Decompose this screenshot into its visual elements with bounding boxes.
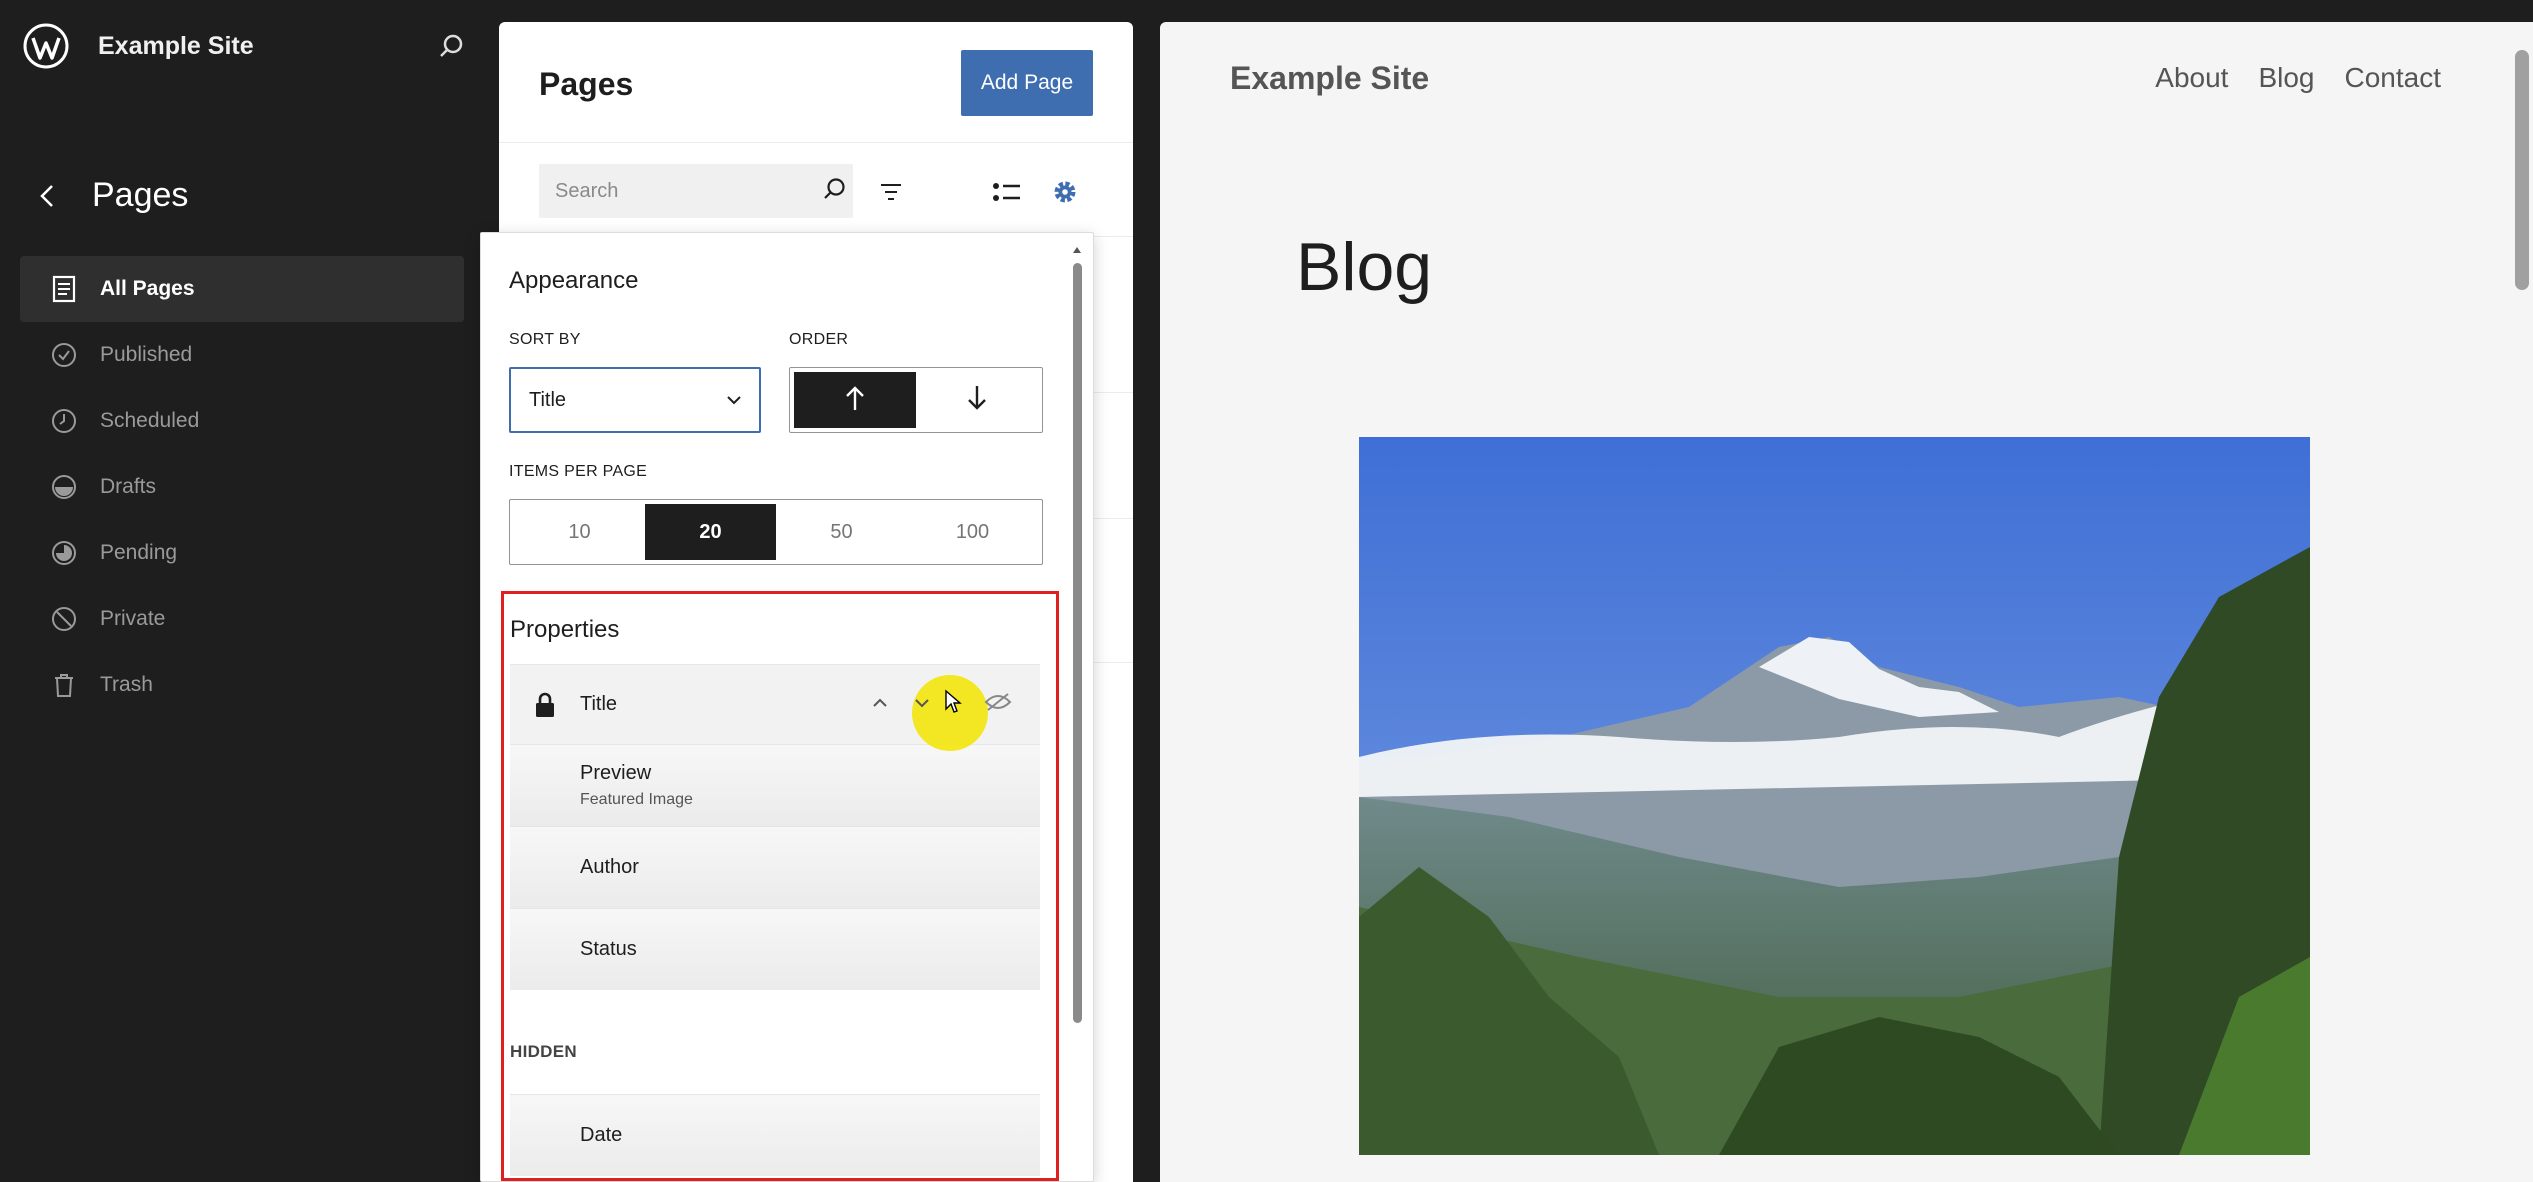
sort-by-select[interactable]: Title: [509, 367, 761, 433]
popover-scroll-thumb[interactable]: [1073, 263, 1082, 1023]
properties-list: Title Preview Featured Image Author Stat…: [510, 664, 1040, 990]
hidden-section-label: HIDDEN: [510, 1042, 577, 1061]
filter-icon[interactable]: [869, 170, 913, 214]
preview-nav-blog[interactable]: Blog: [2258, 62, 2314, 94]
field-row-actions: [870, 674, 1040, 751]
field-text: Preview Featured Image: [580, 762, 693, 809]
field-sublabel: Featured Image: [580, 791, 693, 808]
sidebar-item-pending[interactable]: Pending: [20, 520, 464, 586]
preview-nav: About Blog Contact: [2155, 62, 2441, 94]
preview-site-title[interactable]: Example Site: [1230, 60, 1429, 97]
items-per-page-option[interactable]: 50: [776, 504, 907, 560]
items-per-page-label: ITEMS PER PAGE: [509, 463, 648, 480]
view-options-gear-icon[interactable]: [1043, 170, 1087, 214]
field-label: Author: [580, 856, 639, 878]
sidebar-item-label: Trash: [100, 673, 153, 696]
lock-icon: [510, 692, 580, 718]
sort-by-value: Title: [529, 388, 567, 411]
arrow-up-icon: [844, 384, 866, 417]
site-name[interactable]: Example Site: [98, 32, 254, 61]
field-label: Preview: [580, 762, 652, 784]
field-label: Title: [580, 693, 618, 715]
divider: [1093, 518, 1133, 519]
admin-sidebar: Example Site Pages All Pages Published S…: [0, 0, 490, 1182]
trash-icon: [48, 669, 80, 701]
add-page-button[interactable]: Add Page: [961, 50, 1093, 116]
wordpress-logo-icon[interactable]: [20, 20, 72, 72]
order-descending-button[interactable]: [916, 372, 1038, 428]
search-icon[interactable]: [822, 176, 848, 207]
preview-featured-image: [1359, 437, 2310, 1155]
sidebar-item-label: Private: [100, 607, 166, 630]
published-check-icon: [48, 339, 80, 371]
sidebar-item-label: Pending: [100, 541, 178, 564]
back-chevron-icon[interactable]: [30, 179, 64, 213]
list-view-icon[interactable]: [985, 170, 1029, 214]
chevron-down-icon: [725, 389, 743, 412]
sidebar-item-trash[interactable]: Trash: [20, 652, 464, 718]
appearance-heading: Appearance: [509, 267, 639, 294]
sort-by-label: SORT BY: [509, 331, 581, 348]
properties-highlight-box: Properties Title Preview Featured Image …: [501, 591, 1059, 1181]
field-row-title: Title: [510, 664, 1040, 751]
sidebar-item-scheduled[interactable]: Scheduled: [20, 388, 464, 454]
section-header: Pages: [30, 176, 188, 215]
view-options-popover: Appearance SORT BY Title ORDER ITEMS PER…: [480, 232, 1094, 1182]
drafts-icon: [48, 471, 80, 503]
site-preview: Example Site About Blog Contact Blog: [1160, 22, 2533, 1182]
preview-page-heading: Blog: [1296, 229, 1433, 305]
sidebar-item-drafts[interactable]: Drafts: [20, 454, 464, 520]
mouse-cursor-icon: [944, 688, 962, 721]
scheduled-clock-icon: [48, 405, 80, 437]
preview-nav-about[interactable]: About: [2155, 62, 2228, 94]
sidebar-item-published[interactable]: Published: [20, 322, 464, 388]
items-per-page-option[interactable]: 20: [645, 504, 776, 560]
search-input[interactable]: [553, 178, 822, 204]
sidebar-item-label: All Pages: [100, 277, 195, 300]
chevron-down-icon[interactable]: [912, 693, 932, 716]
sidebar-nav: All Pages Published Scheduled Drafts Pen…: [20, 256, 464, 718]
pending-icon: [48, 537, 80, 569]
arrow-down-icon: [966, 384, 988, 417]
items-per-page-option[interactable]: 100: [907, 504, 1038, 560]
divider: [499, 142, 1133, 143]
private-icon: [48, 603, 80, 635]
order-toggle-group: [789, 367, 1043, 433]
chevron-up-icon[interactable]: [870, 693, 890, 716]
pages-icon: [48, 273, 80, 305]
sidebar-item-all-pages[interactable]: All Pages: [20, 256, 464, 322]
divider: [1093, 236, 1133, 237]
field-label: Date: [580, 1124, 623, 1146]
items-per-page-option[interactable]: 10: [514, 504, 645, 560]
sidebar-item-label: Scheduled: [100, 409, 200, 432]
sidebar-item-label: Published: [100, 343, 193, 366]
divider: [1093, 392, 1133, 393]
field-row-preview[interactable]: Preview Featured Image: [510, 744, 1040, 826]
field-row-author[interactable]: Author: [510, 826, 1040, 908]
preview-nav-contact[interactable]: Contact: [2345, 62, 2442, 94]
site-header: Example Site: [20, 20, 254, 72]
order-label: ORDER: [789, 331, 849, 348]
order-ascending-button[interactable]: [794, 372, 916, 428]
divider: [1093, 662, 1133, 663]
field-row-status[interactable]: Status: [510, 908, 1040, 990]
search-field[interactable]: [539, 164, 853, 218]
items-per-page-toggle-group: 10 20 50 100: [509, 499, 1043, 565]
search-icon[interactable]: [432, 26, 472, 66]
field-row-date[interactable]: Date: [510, 1094, 1040, 1176]
properties-heading: Properties: [510, 616, 620, 643]
sidebar-item-label: Drafts: [100, 475, 157, 498]
field-label: Status: [580, 938, 637, 960]
sidebar-item-private[interactable]: Private: [20, 586, 464, 652]
page-title: Pages: [539, 66, 634, 102]
section-title: Pages: [92, 176, 189, 214]
preview-scrollbar[interactable]: [2515, 50, 2529, 290]
hide-field-eye-icon[interactable]: [984, 692, 1012, 718]
